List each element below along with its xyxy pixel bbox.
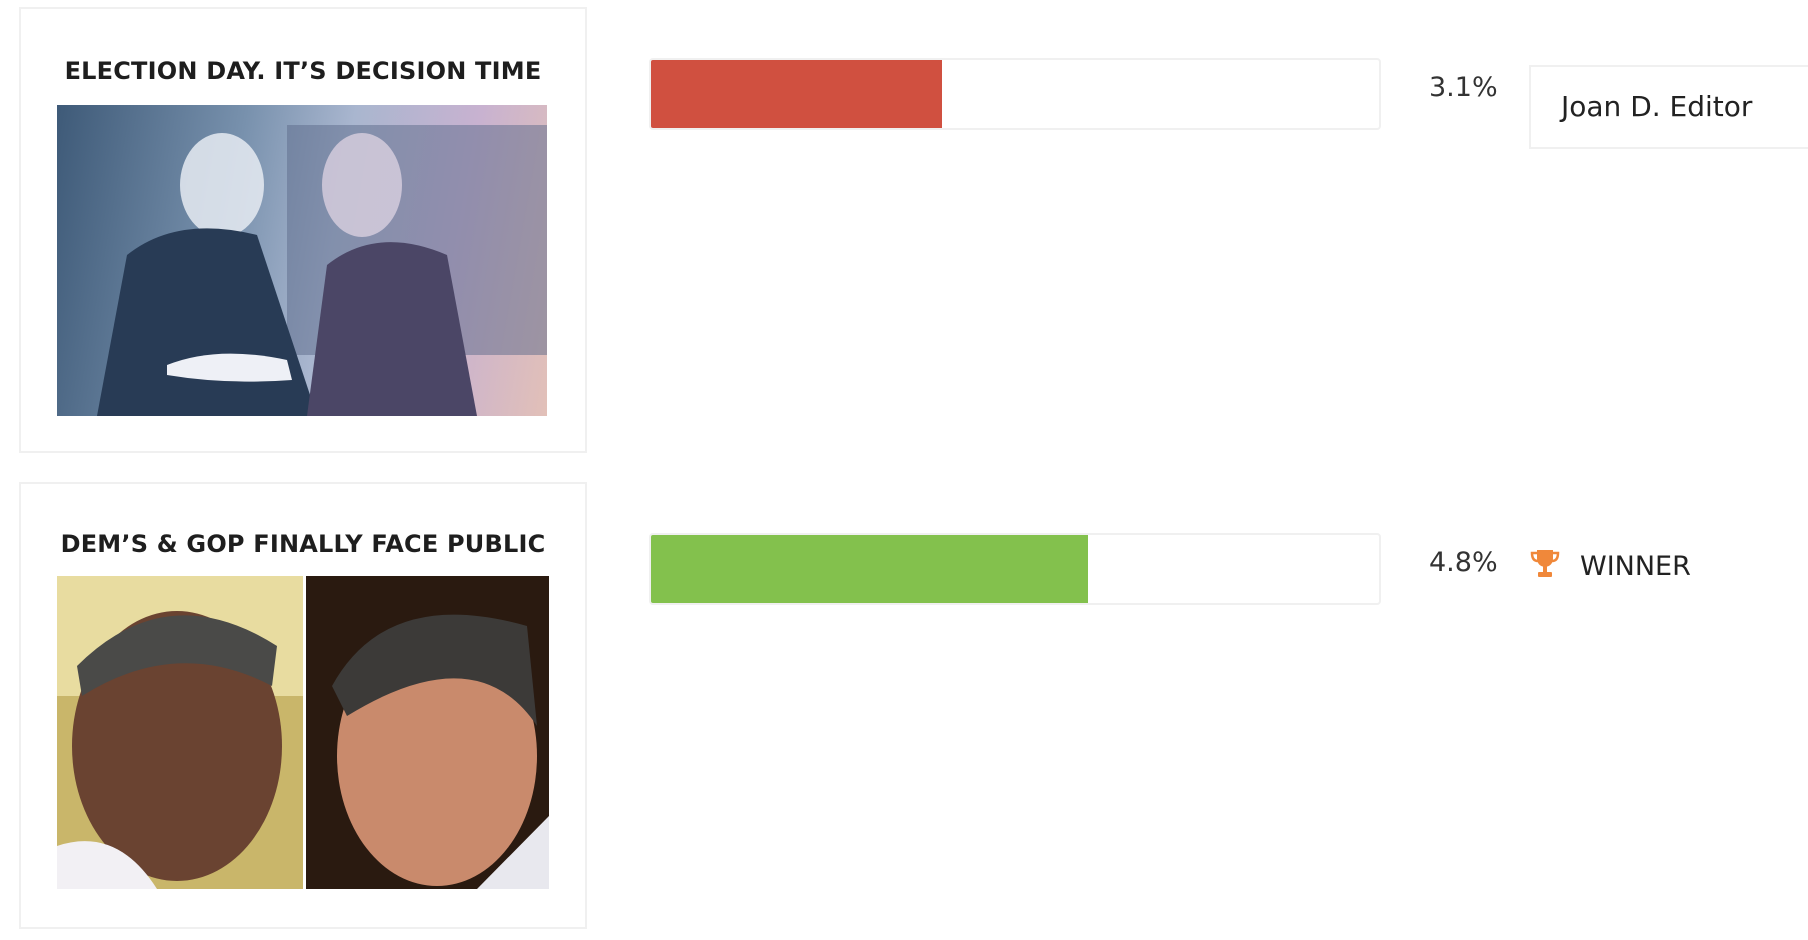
headline-image: [57, 105, 547, 416]
author-name: Joan D. Editor: [1561, 90, 1753, 123]
headline-image: [57, 576, 549, 889]
headline-title: DEM’S & GOP FINALLY FACE PUBLIC: [60, 530, 546, 558]
vote-bar-2: [649, 533, 1381, 605]
vote-percent: 4.8%: [1429, 547, 1498, 578]
headline-title: ELECTION DAY. IT’S DECISION TIME: [64, 57, 542, 85]
author-badge[interactable]: Joan D. Editor: [1529, 65, 1808, 149]
vote-bar-fill: [651, 535, 1088, 603]
headline-card-2[interactable]: DEM’S & GOP FINALLY FACE PUBLIC: [19, 482, 587, 929]
headline-card-1[interactable]: ELECTION DAY. IT’S DECISION TIME: [19, 7, 587, 453]
vote-bar-1: [649, 58, 1381, 130]
winner-label: WINNER: [1580, 551, 1691, 582]
vote-percent: 3.1%: [1429, 72, 1498, 103]
vote-bar-fill: [651, 60, 943, 128]
trophy-icon: [1530, 548, 1560, 585]
winner-badge: WINNER: [1530, 548, 1691, 585]
